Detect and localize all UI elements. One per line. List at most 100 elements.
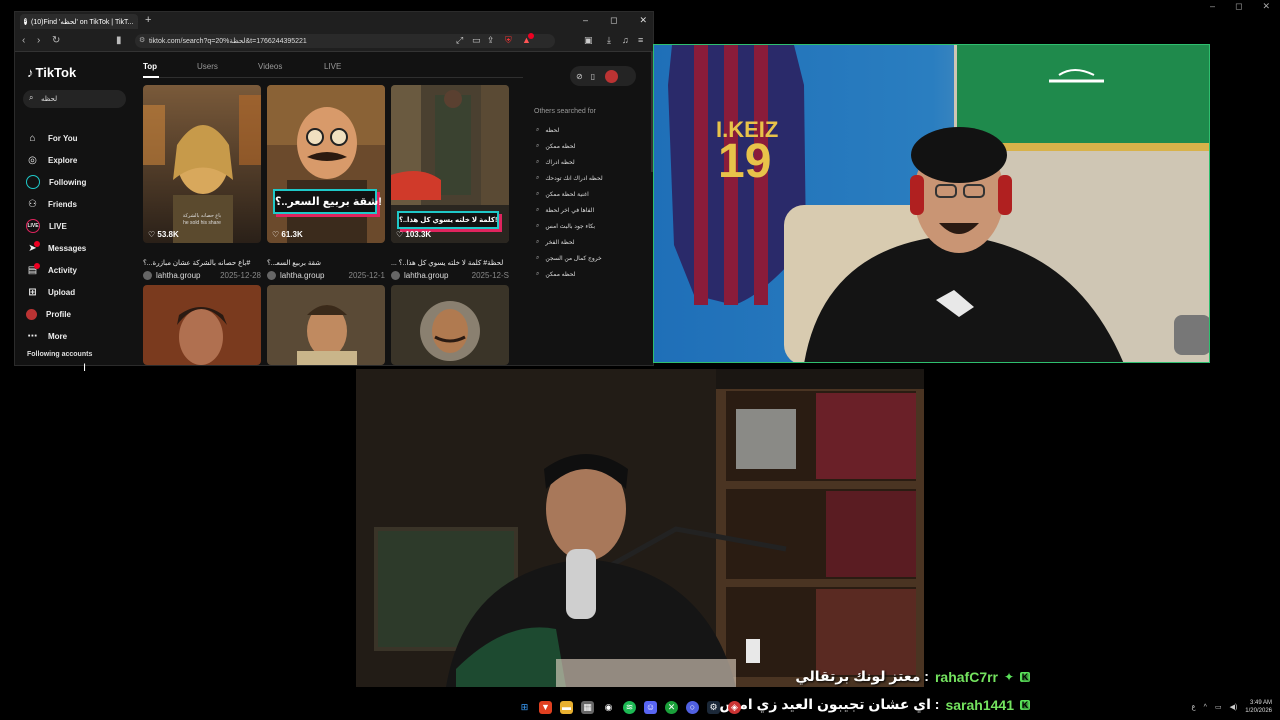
video-card-4[interactable] bbox=[143, 285, 261, 365]
tab-videos[interactable]: Videos bbox=[258, 62, 282, 71]
site-info-icon[interactable]: ⚙ bbox=[139, 36, 145, 44]
video-card-2[interactable]: شقة بربيع السعر..؟! ♡ 61.3K bbox=[267, 85, 385, 243]
video-card-1[interactable]: باع حصانه بالشركة he sold his share ♡ 53… bbox=[143, 85, 261, 243]
author-name[interactable]: lahtha.group bbox=[156, 271, 200, 280]
translate-icon[interactable]: ⤢ bbox=[456, 35, 463, 46]
nav-label: Profile bbox=[46, 309, 71, 319]
suggestion-item[interactable]: ⌕ لحظه ادراك bbox=[536, 159, 575, 166]
video-caption[interactable]: لحظة# كلمة لا خلته يسوي كل هذا..؟ ... bbox=[391, 259, 509, 267]
browser-minimize-icon[interactable]: – bbox=[583, 15, 588, 26]
nav-label: For You bbox=[48, 133, 78, 143]
steam-icon[interactable]: ⚙ bbox=[707, 700, 720, 714]
network-icon[interactable]: ▭ bbox=[1215, 703, 1222, 711]
nav-more[interactable]: ⋯ More bbox=[26, 328, 68, 344]
file-explorer-icon[interactable]: ▬ bbox=[560, 700, 573, 714]
maximize-icon[interactable]: ◻ bbox=[1235, 1, 1242, 12]
store-icon[interactable]: ▦ bbox=[581, 700, 594, 714]
nav-profile[interactable]: Profile bbox=[26, 306, 71, 322]
brave-shield-icon[interactable]: ⛨ bbox=[505, 35, 512, 46]
suggestion-item[interactable]: ⌕ اغنية لحظة ممكن bbox=[536, 191, 589, 198]
nav-friends[interactable]: ⚇ Friends bbox=[26, 196, 77, 212]
suggestion-item[interactable]: ⌕ لحظه bbox=[536, 127, 559, 134]
back-icon[interactable]: ‹ bbox=[22, 35, 25, 46]
nav-label: Following bbox=[49, 177, 87, 187]
device-icon[interactable]: ▯ bbox=[591, 72, 595, 81]
nav-upload[interactable]: ⊞ Upload bbox=[26, 284, 75, 300]
coin-icon[interactable]: ⊘ bbox=[576, 72, 583, 81]
windows-start-icon[interactable]: ⊞ bbox=[518, 701, 531, 714]
download-icon[interactable]: ⤓ bbox=[607, 35, 611, 46]
browser-maximize-icon[interactable]: ◻ bbox=[610, 15, 617, 26]
search-query: لحظه bbox=[41, 96, 58, 103]
tab-users[interactable]: Users bbox=[197, 62, 218, 71]
tiktok-logo[interactable]: ♪ TikTok bbox=[27, 65, 76, 80]
like-count-value: 53.8K bbox=[157, 230, 179, 239]
author-name[interactable]: lahtha.group bbox=[404, 271, 448, 280]
webcam-image bbox=[356, 369, 924, 687]
suggestion-item[interactable]: ⌕ لحظه ممكن bbox=[536, 143, 575, 150]
reload-icon[interactable]: ↻ bbox=[52, 35, 60, 46]
nav-explore[interactable]: ◎ Explore bbox=[26, 152, 77, 168]
search-input[interactable]: ⌕ لحظه bbox=[23, 90, 126, 108]
suggestion-item[interactable]: ⌕ الفاها في اخر لحظة bbox=[536, 207, 594, 214]
input-language-icon[interactable]: ع bbox=[1191, 703, 1195, 711]
user-avatar[interactable] bbox=[605, 69, 619, 83]
nav-live[interactable]: LIVE LIVE bbox=[26, 218, 67, 234]
webcam-feed-guest bbox=[356, 369, 924, 687]
close-icon[interactable]: ✕ bbox=[1262, 1, 1270, 12]
suggestion-item[interactable]: ⌕ بكاء جود بالبث امس bbox=[536, 223, 595, 230]
chat-message-1: معتز لونك برتقالي : rahafC7rr ✦ K bbox=[795, 668, 1030, 685]
video-card-3[interactable]: كلمة لا خلته يسوي كل هذا..؟! ♡ 103.3K bbox=[391, 85, 509, 243]
spotify-icon[interactable]: ≋ bbox=[623, 700, 636, 714]
author-avatar[interactable] bbox=[143, 271, 152, 280]
video-card-5[interactable] bbox=[267, 285, 385, 365]
suggestion-item[interactable]: ⌕ لحظة الفخر bbox=[536, 239, 575, 246]
menu-icon[interactable]: ≡ bbox=[638, 35, 643, 45]
app-icon[interactable]: ◈ bbox=[728, 700, 741, 714]
media-icon[interactable]: ♫ bbox=[622, 35, 629, 45]
sidebar-icon[interactable]: ▣ bbox=[584, 35, 593, 46]
video-meta: lahtha.group 2025-12-1 bbox=[267, 271, 385, 280]
brave-icon[interactable]: ▼ bbox=[539, 700, 552, 714]
author-name[interactable]: lahtha.group bbox=[280, 271, 324, 280]
bookmark-icon[interactable]: ▮ bbox=[116, 35, 122, 46]
suggestion-text: لحظه bbox=[545, 128, 560, 134]
browser-close-icon[interactable]: ✕ bbox=[639, 15, 647, 26]
suggestion-text: خروج كمال من السجن bbox=[545, 256, 602, 262]
activity-icon: ▤ bbox=[26, 262, 40, 277]
following-accounts-heading: Following accounts bbox=[27, 351, 93, 358]
tab-live[interactable]: LIVE bbox=[324, 62, 341, 71]
nav-for-you[interactable]: ⌂ For You bbox=[26, 130, 77, 146]
xbox-icon[interactable]: ✕ bbox=[665, 700, 678, 714]
video-card-6[interactable] bbox=[391, 285, 509, 365]
suggestion-item[interactable]: ⌕ لحظه ممكن bbox=[536, 271, 575, 278]
clock[interactable]: 3:49 AM 1/20/2026 bbox=[1245, 699, 1272, 715]
active-tab-indicator bbox=[143, 76, 159, 78]
minimize-icon[interactable]: – bbox=[1210, 1, 1215, 11]
nav-messages[interactable]: ➤ Messages bbox=[26, 240, 86, 256]
header-actions: ⊘ ▯ bbox=[570, 66, 636, 86]
nav-following[interactable]: Following bbox=[26, 174, 86, 190]
volume-icon[interactable]: ◀) bbox=[1230, 703, 1238, 711]
suggestion-item[interactable]: ⌕ خروج كمال من السجن bbox=[536, 255, 602, 262]
share-icon[interactable]: ⇪ bbox=[487, 35, 495, 46]
new-tab-button[interactable]: + bbox=[145, 14, 151, 26]
discord-icon[interactable]: ☺ bbox=[644, 700, 657, 714]
app-icon[interactable]: ○ bbox=[686, 700, 699, 714]
author-avatar[interactable] bbox=[267, 271, 276, 280]
rewards-icon[interactable]: ▲ bbox=[522, 33, 534, 45]
obs-icon[interactable]: ◉ bbox=[602, 701, 615, 714]
video-caption[interactable]: شقة بربيع السعـ..؟ bbox=[267, 259, 385, 267]
browser-tab[interactable]: ♪ (10)Find 'لحظه' on TikTok | TikT... × bbox=[20, 14, 138, 29]
nav-activity[interactable]: ▤ Activity bbox=[26, 262, 77, 278]
author-avatar[interactable] bbox=[391, 271, 400, 280]
suggestion-item[interactable]: ⌕ لحظه ادراك انك تودحك bbox=[536, 175, 603, 182]
notification-dot bbox=[528, 33, 534, 39]
video-caption[interactable]: #باع حصانه بالشركة عشان مبازرة...؟ bbox=[143, 259, 261, 267]
forward-icon[interactable]: › bbox=[37, 35, 40, 46]
chevron-up-icon[interactable]: ^ bbox=[1204, 704, 1207, 711]
search-icon: ⌕ bbox=[536, 159, 540, 165]
tab-top[interactable]: Top bbox=[143, 62, 157, 71]
tab-close-icon[interactable]: × bbox=[137, 18, 138, 25]
cast-icon[interactable]: ▭ bbox=[472, 35, 481, 46]
